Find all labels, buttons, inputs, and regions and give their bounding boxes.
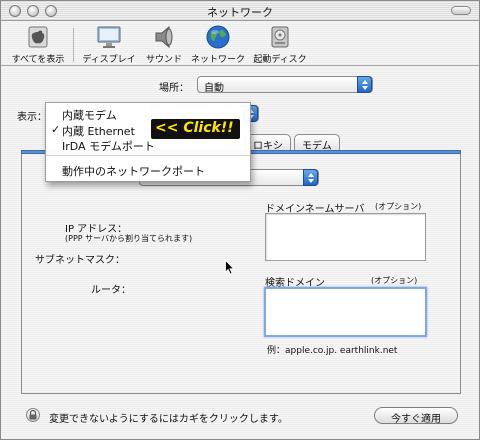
toolbar-network-label: ネットワーク bbox=[190, 55, 245, 65]
ip-address-note: (PPP サーバから割り当てられます) bbox=[65, 234, 193, 243]
location-value: 自動 bbox=[204, 83, 224, 94]
router-label: ルータ： bbox=[91, 285, 131, 296]
lock-icon[interactable] bbox=[26, 408, 40, 422]
popup-arrows-icon bbox=[303, 169, 318, 186]
speaker-icon bbox=[150, 24, 178, 50]
apply-now-label: 今すぐ適用 bbox=[391, 414, 441, 425]
search-domains-optional-label: (オプション) bbox=[371, 276, 418, 285]
example-text: 例：apple.co.jp. earthlink.net bbox=[267, 346, 398, 356]
lock-hint-text: 変更できないようにするにはカギをクリックします。 bbox=[49, 414, 288, 425]
show-label: 表示： bbox=[17, 112, 47, 123]
location-label: 場所： bbox=[159, 83, 189, 94]
menu-item-label: IrDA モデムポート bbox=[62, 140, 155, 153]
dns-servers-field[interactable] bbox=[265, 213, 426, 261]
click-annotation: << Click!! bbox=[151, 119, 240, 139]
network-preferences-window: ネットワーク すべてを表示 ディスプレイ サウンド ネットワーク 起動ディスク … bbox=[0, 0, 480, 440]
toolbar-startup-disk-label: 起動ディスク bbox=[253, 55, 307, 65]
mouse-cursor-icon bbox=[225, 259, 235, 278]
location-popup[interactable]: 自動 bbox=[197, 76, 373, 94]
search-domains-field[interactable] bbox=[264, 287, 427, 337]
apply-now-button[interactable]: 今すぐ適用 bbox=[374, 407, 458, 425]
menu-separator bbox=[46, 155, 250, 156]
toolbar-show-all-button[interactable]: すべてを表示 bbox=[7, 24, 69, 65]
menu-item-label: 内蔵 Ethernet bbox=[62, 125, 135, 138]
toolbar-toggle-button[interactable] bbox=[451, 6, 471, 15]
toolbar-display-label: ディスプレイ bbox=[82, 55, 136, 65]
popup-arrows-icon bbox=[357, 76, 372, 93]
display-icon bbox=[95, 24, 123, 50]
settings-panel bbox=[21, 150, 461, 394]
title-bar: ネットワーク bbox=[1, 1, 479, 21]
menu-item-active-network-ports[interactable]: 動作中のネットワークポート bbox=[46, 163, 250, 178]
dns-optional-label: (オプション) bbox=[375, 202, 422, 211]
port-dropdown-menu: 内蔵モデム ✓ 内蔵 Ethernet IrDA モデムポート 動作中のネットワ… bbox=[45, 102, 251, 182]
menu-item-label: 動作中のネットワークポート bbox=[62, 165, 205, 178]
toolbar: すべてを表示 ディスプレイ サウンド ネットワーク 起動ディスク bbox=[1, 22, 479, 66]
window-title: ネットワーク bbox=[207, 6, 273, 19]
apple-icon bbox=[24, 24, 52, 50]
toolbar-startup-disk-button[interactable]: 起動ディスク bbox=[249, 24, 311, 65]
toolbar-show-all-label: すべてを表示 bbox=[11, 55, 65, 65]
menu-item-label: 内蔵モデム bbox=[62, 109, 117, 122]
toolbar-separator bbox=[73, 28, 74, 62]
globe-icon bbox=[204, 24, 232, 50]
disk-icon bbox=[266, 24, 294, 50]
tab-modem[interactable]: モデム bbox=[294, 134, 340, 152]
subnet-mask-label: サブネットマスク： bbox=[35, 255, 125, 266]
toolbar-sound-label: サウンド bbox=[145, 55, 182, 65]
toolbar-sound-button[interactable]: サウンド bbox=[139, 24, 189, 65]
toolbar-display-button[interactable]: ディスプレイ bbox=[81, 24, 137, 65]
menu-item-irda-modem-port[interactable]: IrDA モデムポート bbox=[46, 138, 250, 153]
toolbar-network-button[interactable]: ネットワーク bbox=[189, 24, 247, 65]
tab-proxy[interactable]: ロキシ bbox=[245, 134, 291, 152]
checkmark-icon: ✓ bbox=[51, 123, 61, 136]
